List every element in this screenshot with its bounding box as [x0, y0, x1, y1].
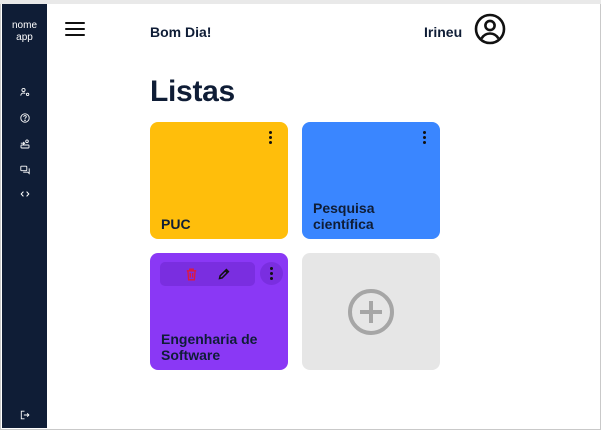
kebab-dot	[422, 135, 426, 139]
card-title: Engenharia de Software	[161, 331, 278, 363]
chat-icon	[19, 165, 30, 175]
app-window	[0, 0, 601, 430]
card-title-line2: Software	[161, 347, 221, 363]
sidebar-item-help[interactable]	[16, 111, 33, 125]
username-text: Irineu	[424, 24, 463, 40]
card-actions-bar	[160, 262, 255, 286]
add-list-button[interactable]	[302, 253, 440, 370]
card-title: Pesquisa científica	[313, 200, 430, 232]
delete-icon	[186, 268, 197, 280]
kebab-dot	[268, 140, 272, 144]
app-name: nome app	[2, 20, 47, 44]
plus-circle-icon	[348, 288, 394, 335]
kebab-dot	[422, 140, 426, 144]
list-card-engenharia[interactable]: Engenharia de Software	[150, 253, 288, 370]
list-card-puc[interactable]: PUC	[150, 122, 288, 239]
list-card-pesquisa[interactable]: Pesquisa científica	[302, 122, 440, 239]
card-title-line1: Pesquisa	[313, 200, 375, 216]
user-circle-icon[interactable]	[474, 13, 506, 45]
edit-button[interactable]	[217, 267, 231, 281]
kebab-dot	[270, 277, 273, 280]
card-title-line1: Engenharia de	[161, 331, 258, 347]
hamburger-line	[65, 28, 85, 30]
card-menu-button[interactable]	[260, 127, 280, 147]
kebab-dot	[270, 267, 273, 270]
kebab-dot	[268, 135, 272, 139]
app-name-line1: nome	[11, 20, 37, 31]
sidebar-item-code[interactable]	[16, 187, 33, 201]
users-settings-icon	[19, 87, 29, 97]
code-icon	[20, 191, 29, 197]
card-title-line2: científica	[313, 216, 374, 232]
card-menu-button[interactable]	[414, 127, 434, 147]
sidebar-item-chat[interactable]	[16, 163, 33, 177]
top-border	[0, 0, 601, 4]
sidebar-item-people-transfer[interactable]	[16, 137, 33, 151]
people-transfer-icon	[20, 139, 29, 149]
logout-button[interactable]	[16, 408, 33, 422]
menu-button[interactable]	[65, 22, 85, 36]
app-name-line2: app	[16, 32, 33, 43]
edit-icon	[217, 268, 229, 280]
page-title: Listas	[150, 75, 235, 108]
greeting-text: Bom Dia!	[150, 24, 212, 40]
kebab-dot	[422, 130, 426, 134]
hamburger-icon	[65, 22, 85, 24]
help-circle-icon	[19, 113, 30, 123]
card-menu-button[interactable]	[260, 262, 283, 285]
sidebar-item-users-settings[interactable]	[16, 85, 33, 99]
card-title: PUC	[161, 216, 191, 232]
logout-icon	[20, 410, 30, 420]
delete-button[interactable]	[185, 267, 199, 281]
kebab-dot	[268, 130, 272, 134]
kebab-dot	[270, 272, 273, 275]
hamburger-line	[65, 34, 85, 36]
sidebar: nome app	[2, 4, 47, 428]
